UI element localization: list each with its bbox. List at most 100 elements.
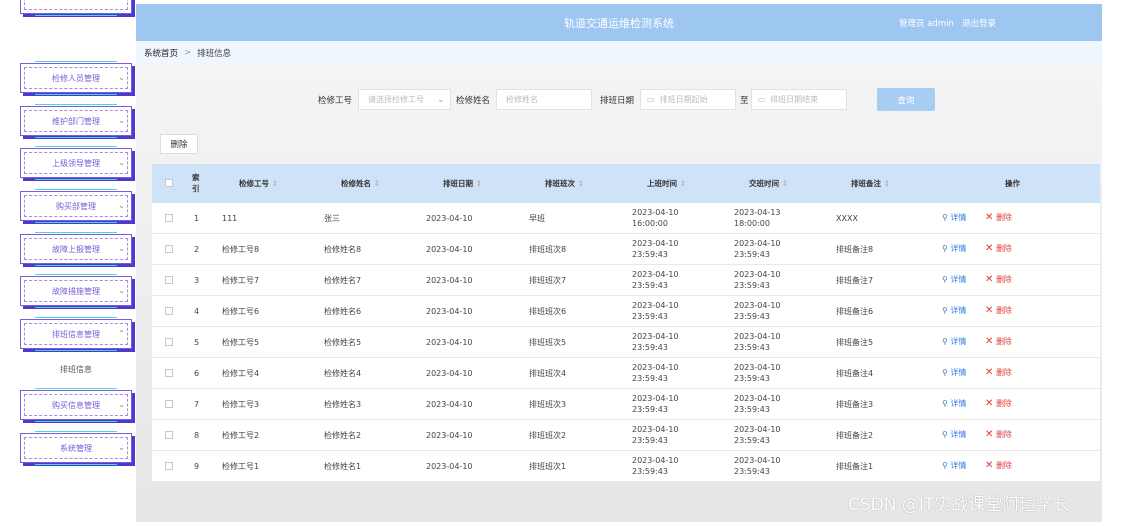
sidebar-item-partial[interactable] (20, 0, 132, 16)
cell-remark: 排班备注5 (836, 338, 874, 347)
sidebar-item-frame: 购买部管理 (24, 195, 128, 217)
search-icon: ⚲ (942, 337, 948, 346)
col-remark[interactable]: 排班备注 ⇕ (851, 178, 890, 189)
row-delete-button[interactable]: ✕ 删除 (985, 305, 1012, 316)
search-icon: ⚲ (942, 213, 948, 222)
detail-label: 详情 (950, 244, 967, 253)
sidebar-item[interactable]: ⌄ 上级领导管理 (20, 146, 132, 180)
cell-remark: 排班备注8 (836, 245, 874, 254)
sidebar-item-label: 维护部门管理 (52, 116, 100, 126)
cell-worker-name: 张三 (324, 214, 340, 223)
sidebar-item[interactable]: ⌄ 购买部管理 (20, 189, 132, 223)
col-end[interactable]: 交班时间 ⇕ (749, 178, 788, 189)
col-worker-name-label: 检修姓名 (341, 179, 371, 188)
date-start-input[interactable]: ▭ 排班日期起始 (640, 89, 737, 110)
cell-remark: XXXX (836, 214, 858, 223)
row-checkbox[interactable] (165, 400, 173, 408)
row-checkbox[interactable] (165, 338, 173, 346)
sidebar-item-frame (24, 0, 128, 10)
detail-button[interactable]: ⚲ 详情 (942, 398, 966, 409)
menu-decoration-line (35, 189, 117, 190)
calendar-icon: ▭ (757, 95, 766, 104)
logout-link[interactable]: 退出登录 (962, 17, 996, 29)
menu-decoration-line (35, 146, 117, 147)
sidebar-item-label: 检修人员管理 (52, 73, 100, 83)
delete-button[interactable]: 删除 (160, 134, 198, 154)
col-date[interactable]: 排班日期 ⇕ (443, 178, 482, 189)
date-end-input[interactable]: ▭ 排班日期结束 (750, 89, 847, 110)
row-delete-button[interactable]: ✕ 删除 (985, 460, 1012, 471)
query-button[interactable]: 查询 (877, 88, 935, 111)
row-delete-button[interactable]: ✕ 删除 (985, 212, 1012, 223)
detail-button[interactable]: ⚲ 详情 (942, 274, 966, 285)
menu-decoration-line (35, 274, 117, 275)
detail-button[interactable]: ⚲ 详情 (942, 243, 966, 254)
sort-icon: ⇕ (373, 179, 380, 188)
menu-decoration-line (35, 179, 117, 180)
detail-button[interactable]: ⚲ 详情 (942, 305, 966, 316)
cell-start-time: 2023-04-10 23:59:43 (632, 456, 679, 476)
cell-worker-no: 检修工号1 (222, 462, 260, 471)
cell-remark: 排班备注6 (836, 307, 874, 316)
row-checkbox[interactable] (165, 276, 173, 284)
table-row: 4 检修工号6 检修姓名6 2023-04-10 排班班次6 2023-04-10 23:… (152, 296, 1100, 327)
sidebar-item[interactable]: ⌄ 购买信息管理 (20, 388, 132, 422)
row-checkbox[interactable] (165, 214, 173, 222)
delete-label: 删除 (995, 399, 1012, 408)
main-content: 检修工号 请选择检修工号 ⌄ 检修姓名 检修姓名 排班日期 ▭ 排班日期起始 至… (136, 65, 1102, 522)
col-shift[interactable]: 排班班次 ⇕ (545, 178, 584, 189)
row-delete-button[interactable]: ✕ 删除 (985, 274, 1012, 285)
close-icon: ✕ (985, 367, 994, 378)
menu-decoration-line (35, 61, 117, 62)
breadcrumb-home[interactable]: 系统首页 (144, 47, 178, 59)
detail-button[interactable]: ⚲ 详情 (942, 460, 966, 471)
row-checkbox[interactable] (165, 431, 173, 439)
cell-index: 4 (194, 307, 200, 316)
sidebar-item[interactable]: ⌄ 系统管理 (20, 431, 132, 465)
col-worker-no[interactable]: 检修工号 ⇕ (239, 178, 278, 189)
sidebar-item[interactable]: ⌄ 故障措施管理 (20, 274, 132, 308)
worker-no-select[interactable]: 请选择检修工号 ⌄ (358, 89, 452, 110)
detail-button[interactable]: ⚲ 详情 (942, 336, 966, 347)
delete-label: 删除 (995, 213, 1012, 222)
detail-button[interactable]: ⚲ 详情 (942, 212, 966, 223)
row-checkbox[interactable] (165, 307, 173, 315)
row-delete-button[interactable]: ✕ 删除 (985, 243, 1012, 254)
sidebar-item[interactable]: ⌄ 维护部门管理 (20, 104, 132, 138)
row-delete-button[interactable]: ✕ 删除 (985, 398, 1012, 409)
close-icon: ✕ (985, 336, 994, 347)
table-row: 3 检修工号7 检修姓名7 2023-04-10 排班班次7 2023-04-10 23:… (152, 265, 1100, 296)
cell-end-time: 2023-04-10 23:59:43 (734, 456, 781, 476)
search-icon: ⚲ (942, 461, 948, 470)
cell-worker-name: 检修姓名4 (324, 369, 362, 378)
table-row: 1 111 张三 2023-04-10 早班 2023-04-10 16:00:00 202… (152, 203, 1100, 234)
row-checkbox[interactable] (165, 245, 173, 253)
breadcrumb-current: 排班信息 (197, 49, 232, 59)
close-icon: ✕ (985, 429, 994, 440)
col-worker-name[interactable]: 检修姓名 ⇕ (341, 178, 380, 189)
cell-end-time: 2023-04-13 18:00:00 (734, 208, 781, 228)
row-checkbox[interactable] (165, 369, 173, 377)
cell-shift: 排班班次1 (529, 462, 567, 471)
menu-decoration-line (35, 431, 117, 432)
cell-date: 2023-04-10 (426, 338, 473, 347)
detail-button[interactable]: ⚲ 详情 (942, 429, 966, 440)
row-delete-button[interactable]: ✕ 删除 (985, 429, 1012, 440)
cell-start-time: 2023-04-10 23:59:43 (632, 394, 679, 414)
detail-label: 详情 (950, 461, 967, 470)
col-start[interactable]: 上班时间 ⇕ (647, 178, 686, 189)
sidebar-item[interactable]: ⌃ 排班信息管理 (20, 317, 132, 351)
row-checkbox[interactable] (165, 462, 173, 470)
sidebar-item[interactable]: ⌄ 检修人员管理 (20, 61, 132, 95)
cell-date: 2023-04-10 (426, 214, 473, 223)
row-delete-button[interactable]: ✕ 删除 (985, 367, 1012, 378)
cell-shift: 排班班次6 (529, 307, 567, 316)
sidebar-item-label: 故障措施管理 (52, 286, 100, 296)
cell-end-time: 2023-04-10 23:59:43 (734, 239, 781, 259)
row-delete-button[interactable]: ✕ 删除 (985, 336, 1012, 347)
sidebar-subitem-schedule[interactable]: 排班信息 (20, 362, 132, 378)
detail-button[interactable]: ⚲ 详情 (942, 367, 966, 378)
sidebar-item[interactable]: ⌄ 故障上报管理 (20, 232, 132, 266)
select-all-checkbox[interactable] (165, 179, 173, 187)
worker-name-input[interactable]: 检修姓名 (496, 89, 593, 110)
